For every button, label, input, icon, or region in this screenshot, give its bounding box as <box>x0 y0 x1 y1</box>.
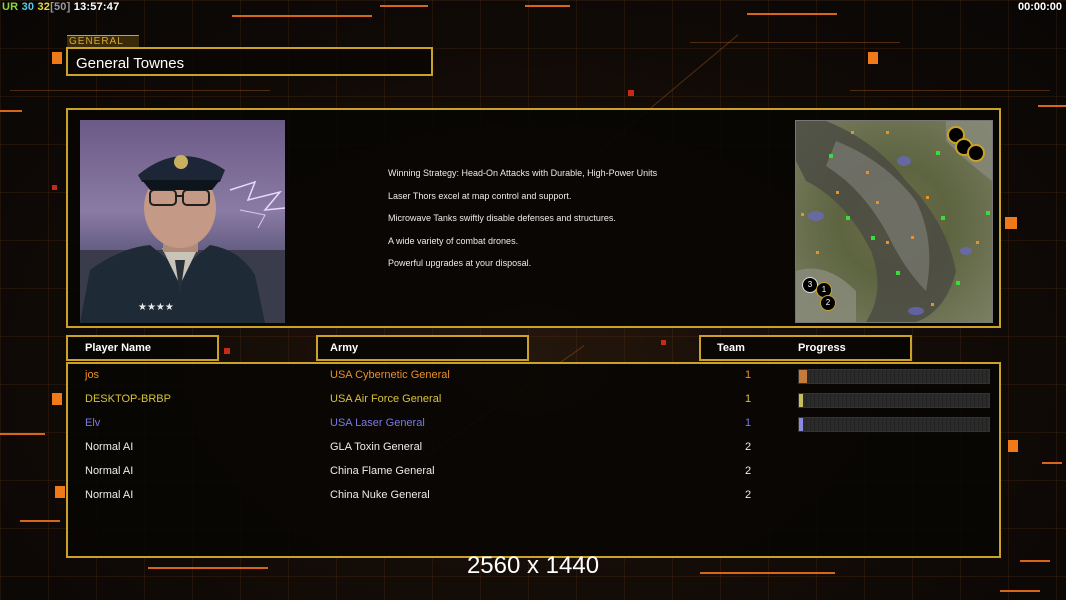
general-info-panel: ★★★★ Winning Strategy: Head-On Attacks w… <box>66 108 1001 328</box>
header-player-name: Player Name <box>66 335 219 361</box>
strategy-line: Microwave Tanks swiftly disable defenses… <box>388 213 616 223</box>
general-portrait: ★★★★ <box>80 120 285 323</box>
hud-clock: 13:57:47 <box>73 1 120 13</box>
player-name: Normal AI <box>85 489 134 501</box>
player-team: 1 <box>745 417 752 429</box>
svg-text:★★★★: ★★★★ <box>138 302 174 313</box>
player-army: China Flame General <box>330 465 435 477</box>
player-team: 1 <box>745 369 752 381</box>
progress-bar <box>798 369 990 384</box>
player-army: China Nuke General <box>330 489 430 501</box>
player-army: USA Air Force General <box>330 393 442 405</box>
player-team: 2 <box>745 489 752 501</box>
progress-bar <box>798 417 990 432</box>
hud-fps: 30 <box>21 1 35 13</box>
general-name: General Townes <box>66 47 433 76</box>
player-army: GLA Toxin General <box>330 441 423 453</box>
header-army: Army <box>316 335 529 361</box>
player-name: Normal AI <box>85 465 134 477</box>
player-team: 2 <box>745 441 752 453</box>
progress-fill <box>799 370 807 383</box>
player-name: Normal AI <box>85 441 134 453</box>
hud-fps-current: 32 <box>37 1 51 13</box>
hud-stats: UR 30 32[50] 13:57:47 <box>2 1 119 13</box>
players-table: jos USA Cybernetic General 1 DESKTOP-BRB… <box>66 362 1001 558</box>
minimap[interactable]: 3 1 2 <box>795 120 993 323</box>
table-row: Normal AI China Nuke General 2 <box>68 486 999 506</box>
table-row: DESKTOP-BRBP USA Air Force General 1 <box>68 390 999 410</box>
player-name: DESKTOP-BRBP <box>85 393 171 405</box>
game-timer: 00:00:00 <box>1017 1 1062 13</box>
player-name: Elv <box>85 417 101 429</box>
player-army: USA Laser General <box>330 417 425 429</box>
progress-bar <box>798 393 990 408</box>
resolution-label: 2560 x 1440 <box>466 552 600 579</box>
header-progress: Progress <box>798 342 846 354</box>
table-row: Elv USA Laser General 1 <box>68 414 999 434</box>
player-name: jos <box>85 369 100 381</box>
strategy-line: Laser Thors excel at map control and sup… <box>388 190 572 201</box>
progress-fill <box>799 394 803 407</box>
player-army: USA Cybernetic General <box>330 369 450 381</box>
hud-ur-label: UR <box>2 1 19 13</box>
header-team-progress: Team Progress <box>699 335 912 361</box>
player-team: 1 <box>745 393 752 405</box>
table-row: Normal AI GLA Toxin General 2 <box>68 438 999 458</box>
hud-fps-limit: [50] <box>50 1 71 13</box>
minimap-start-2[interactable]: 2 <box>820 295 836 311</box>
table-row: jos USA Cybernetic General 1 <box>68 366 999 386</box>
table-row: Normal AI China Flame General 2 <box>68 462 999 482</box>
header-team: Team <box>717 342 745 354</box>
player-team: 2 <box>745 465 752 477</box>
strategy-text: Winning Strategy: Head-On Attacks with D… <box>388 168 657 281</box>
strategy-line: Powerful upgrades at your disposal. <box>388 258 532 268</box>
progress-fill <box>799 418 803 431</box>
strategy-line: Winning Strategy: Head-On Attacks with D… <box>388 168 658 178</box>
strategy-line: A wide variety of combat drones. <box>388 235 519 246</box>
